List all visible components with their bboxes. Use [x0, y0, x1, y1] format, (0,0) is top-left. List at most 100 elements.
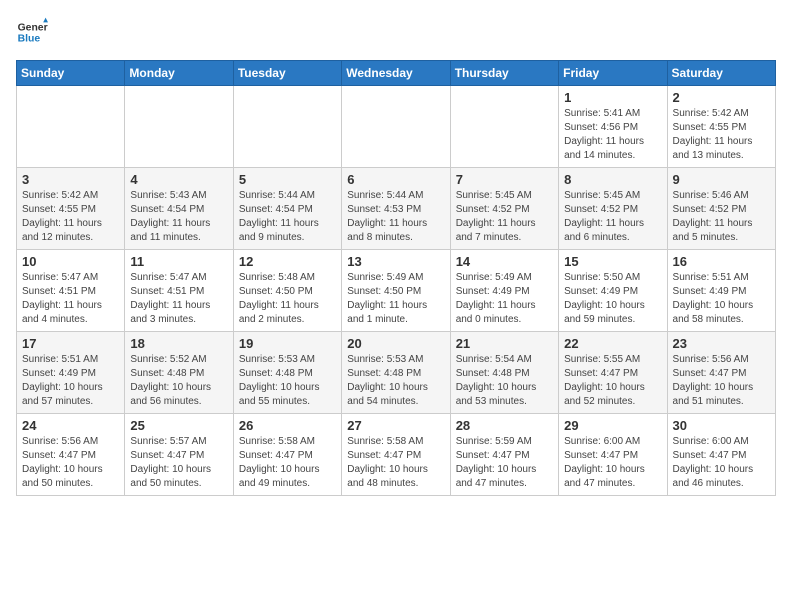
calendar-table: SundayMondayTuesdayWednesdayThursdayFrid…: [16, 60, 776, 496]
day-info: Sunrise: 5:46 AM Sunset: 4:52 PM Dayligh…: [673, 189, 770, 245]
day-info: Sunrise: 5:51 AM Sunset: 4:49 PM Dayligh…: [22, 353, 119, 409]
day-number: 20: [347, 336, 444, 351]
day-number: 19: [239, 336, 336, 351]
calendar-cell: [233, 86, 341, 168]
day-number: 1: [564, 90, 661, 105]
day-header-saturday: Saturday: [667, 61, 775, 86]
calendar-cell: [17, 86, 125, 168]
calendar-cell: 21 Sunrise: 5:54 AM Sunset: 4:48 PM Dayli…: [450, 332, 558, 414]
day-info: Sunrise: 5:56 AM Sunset: 4:47 PM Dayligh…: [673, 353, 770, 409]
day-info: Sunrise: 5:45 AM Sunset: 4:52 PM Dayligh…: [456, 189, 553, 245]
day-info: Sunrise: 5:49 AM Sunset: 4:50 PM Dayligh…: [347, 271, 444, 327]
calendar-cell: 8Sunrise: 5:45 AM Sunset: 4:52 PM Daylig…: [559, 168, 667, 250]
logo-icon: General Blue: [16, 16, 48, 48]
day-info: Sunrise: 5:47 AM Sunset: 4:51 PM Dayligh…: [22, 271, 119, 327]
day-number: 6: [347, 172, 444, 187]
day-number: 28: [456, 418, 553, 433]
calendar-cell: 1 Sunrise: 5:41 AM Sunset: 4:56 PM Daylig…: [559, 86, 667, 168]
calendar-cell: 7 Sunrise: 5:45 AM Sunset: 4:52 PM Daylig…: [450, 168, 558, 250]
svg-text:Blue: Blue: [18, 34, 41, 45]
day-info: Sunrise: 5:44 AM Sunset: 4:53 PM Dayligh…: [347, 189, 444, 245]
day-number: 14: [456, 254, 553, 269]
day-info: Sunrise: 5:41 AM Sunset: 4:56 PM Dayligh…: [564, 107, 661, 163]
day-header-wednesday: Wednesday: [342, 61, 450, 86]
day-number: 15: [564, 254, 661, 269]
calendar-cell: 10 Sunrise: 5:47 AM Sunset: 4:51 PM Dayli…: [17, 250, 125, 332]
day-info: Sunrise: 5:52 AM Sunset: 4:48 PM Dayligh…: [130, 353, 227, 409]
calendar-cell: 4 Sunrise: 5:43 AM Sunset: 4:54 PM Daylig…: [125, 168, 233, 250]
week-row-4: 17 Sunrise: 5:51 AM Sunset: 4:49 PM Dayli…: [17, 332, 776, 414]
day-info: Sunrise: 5:48 AM Sunset: 4:50 PM Dayligh…: [239, 271, 336, 327]
day-info: Sunrise: 5:53 AM Sunset: 4:48 PM Dayligh…: [347, 353, 444, 409]
day-info: Sunrise: 5:44 AM Sunset: 4:54 PM Dayligh…: [239, 189, 336, 245]
calendar-cell: 12 Sunrise: 5:48 AM Sunset: 4:50 PM Dayli…: [233, 250, 341, 332]
calendar-cell: 19 Sunrise: 5:53 AM Sunset: 4:48 PM Dayli…: [233, 332, 341, 414]
day-info: Sunrise: 5:42 AM Sunset: 4:55 PM Dayligh…: [22, 189, 119, 245]
day-info: Sunrise: 5:43 AM Sunset: 4:54 PM Dayligh…: [130, 189, 227, 245]
calendar-cell: 29Sunrise: 6:00 AM Sunset: 4:47 PM Dayli…: [559, 414, 667, 496]
calendar-cell: [125, 86, 233, 168]
calendar-cell: 23Sunrise: 5:56 AM Sunset: 4:47 PM Dayli…: [667, 332, 775, 414]
calendar-body: 1 Sunrise: 5:41 AM Sunset: 4:56 PM Daylig…: [17, 86, 776, 496]
calendar-cell: 17 Sunrise: 5:51 AM Sunset: 4:49 PM Dayli…: [17, 332, 125, 414]
calendar-cell: 24Sunrise: 5:56 AM Sunset: 4:47 PM Dayli…: [17, 414, 125, 496]
day-info: Sunrise: 5:54 AM Sunset: 4:48 PM Dayligh…: [456, 353, 553, 409]
week-row-1: 1 Sunrise: 5:41 AM Sunset: 4:56 PM Daylig…: [17, 86, 776, 168]
calendar-cell: 20 Sunrise: 5:53 AM Sunset: 4:48 PM Dayli…: [342, 332, 450, 414]
day-number: 9: [673, 172, 770, 187]
day-number: 3: [22, 172, 119, 187]
calendar-cell: 3 Sunrise: 5:42 AM Sunset: 4:55 PM Daylig…: [17, 168, 125, 250]
calendar-cell: 11 Sunrise: 5:47 AM Sunset: 4:51 PM Dayli…: [125, 250, 233, 332]
logo: General Blue: [16, 16, 48, 48]
calendar-cell: 9 Sunrise: 5:46 AM Sunset: 4:52 PM Daylig…: [667, 168, 775, 250]
day-info: Sunrise: 5:50 AM Sunset: 4:49 PM Dayligh…: [564, 271, 661, 327]
day-info: Sunrise: 5:49 AM Sunset: 4:49 PM Dayligh…: [456, 271, 553, 327]
day-number: 30: [673, 418, 770, 433]
day-info: Sunrise: 5:42 AM Sunset: 4:55 PM Dayligh…: [673, 107, 770, 163]
day-header-tuesday: Tuesday: [233, 61, 341, 86]
calendar-cell: 30 Sunrise: 6:00 AM Sunset: 4:47 PM Dayli…: [667, 414, 775, 496]
day-number: 10: [22, 254, 119, 269]
day-info: Sunrise: 5:58 AM Sunset: 4:47 PM Dayligh…: [239, 435, 336, 491]
calendar-cell: 13Sunrise: 5:49 AM Sunset: 4:50 PM Dayli…: [342, 250, 450, 332]
calendar-cell: 5 Sunrise: 5:44 AM Sunset: 4:54 PM Daylig…: [233, 168, 341, 250]
calendar-header-row: SundayMondayTuesdayWednesdayThursdayFrid…: [17, 61, 776, 86]
calendar-cell: 15 Sunrise: 5:50 AM Sunset: 4:49 PM Dayli…: [559, 250, 667, 332]
calendar-cell: 25Sunrise: 5:57 AM Sunset: 4:47 PM Dayli…: [125, 414, 233, 496]
calendar-cell: [450, 86, 558, 168]
day-info: Sunrise: 5:47 AM Sunset: 4:51 PM Dayligh…: [130, 271, 227, 327]
day-number: 26: [239, 418, 336, 433]
day-number: 5: [239, 172, 336, 187]
day-number: 4: [130, 172, 227, 187]
day-number: 22: [564, 336, 661, 351]
week-row-5: 24Sunrise: 5:56 AM Sunset: 4:47 PM Dayli…: [17, 414, 776, 496]
day-info: Sunrise: 5:53 AM Sunset: 4:48 PM Dayligh…: [239, 353, 336, 409]
day-number: 2: [673, 90, 770, 105]
week-row-3: 10 Sunrise: 5:47 AM Sunset: 4:51 PM Dayli…: [17, 250, 776, 332]
day-number: 18: [130, 336, 227, 351]
calendar-cell: [342, 86, 450, 168]
day-number: 16: [673, 254, 770, 269]
day-number: 27: [347, 418, 444, 433]
day-info: Sunrise: 5:59 AM Sunset: 4:47 PM Dayligh…: [456, 435, 553, 491]
calendar-cell: 6 Sunrise: 5:44 AM Sunset: 4:53 PM Daylig…: [342, 168, 450, 250]
calendar-cell: 26 Sunrise: 5:58 AM Sunset: 4:47 PM Dayli…: [233, 414, 341, 496]
day-number: 17: [22, 336, 119, 351]
page-header: General Blue: [16, 16, 776, 48]
day-number: 11: [130, 254, 227, 269]
day-number: 7: [456, 172, 553, 187]
day-info: Sunrise: 6:00 AM Sunset: 4:47 PM Dayligh…: [673, 435, 770, 491]
day-number: 25: [130, 418, 227, 433]
day-info: Sunrise: 5:45 AM Sunset: 4:52 PM Dayligh…: [564, 189, 661, 245]
week-row-2: 3 Sunrise: 5:42 AM Sunset: 4:55 PM Daylig…: [17, 168, 776, 250]
calendar-cell: 18 Sunrise: 5:52 AM Sunset: 4:48 PM Dayli…: [125, 332, 233, 414]
day-number: 21: [456, 336, 553, 351]
day-header-friday: Friday: [559, 61, 667, 86]
calendar-cell: 22 Sunrise: 5:55 AM Sunset: 4:47 PM Dayli…: [559, 332, 667, 414]
calendar-cell: 27Sunrise: 5:58 AM Sunset: 4:47 PM Dayli…: [342, 414, 450, 496]
calendar-cell: 2 Sunrise: 5:42 AM Sunset: 4:55 PM Daylig…: [667, 86, 775, 168]
day-info: Sunrise: 5:55 AM Sunset: 4:47 PM Dayligh…: [564, 353, 661, 409]
day-header-thursday: Thursday: [450, 61, 558, 86]
day-info: Sunrise: 5:51 AM Sunset: 4:49 PM Dayligh…: [673, 271, 770, 327]
day-number: 12: [239, 254, 336, 269]
